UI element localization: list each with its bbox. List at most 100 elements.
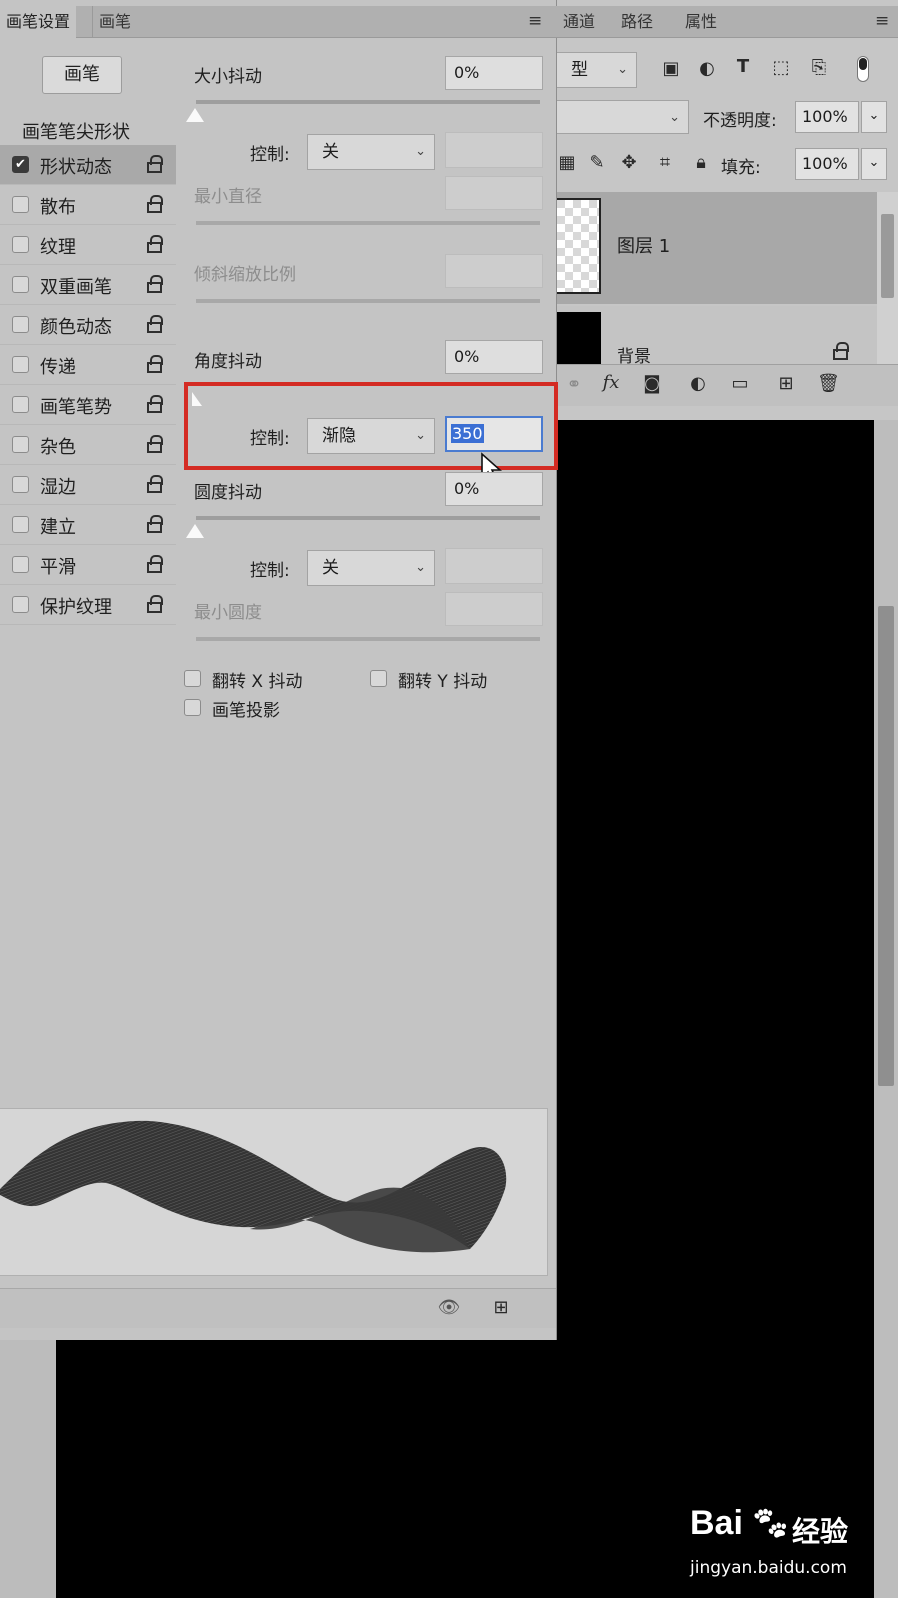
fill-dropdown-button[interactable]: ⌄ — [861, 148, 887, 180]
size-jitter-input[interactable]: 0% — [445, 56, 543, 90]
tip-shape-title[interactable]: 画笔笔尖形状 — [22, 118, 130, 144]
brush-option-row[interactable]: 双重画笔 — [0, 265, 176, 305]
brush-option-row[interactable]: 建立 — [0, 505, 176, 545]
brush-projection-label: 画笔投影 — [212, 701, 280, 721]
tab-paths[interactable]: 路径 — [615, 6, 659, 38]
delete-layer-icon[interactable]: 🗑︎ — [817, 373, 840, 394]
brush-option-checkbox[interactable] — [12, 356, 29, 373]
roundness-jitter-slider[interactable] — [196, 516, 540, 520]
lock-artboard-icon[interactable]: ⌗ — [655, 152, 675, 173]
unlock-icon[interactable] — [147, 515, 163, 533]
roundness-control-select[interactable]: 关 ⌄ — [307, 550, 435, 586]
brush-option-row[interactable]: ✔ 形状动态 — [0, 145, 176, 185]
unlock-icon[interactable] — [147, 395, 163, 413]
unlock-icon[interactable] — [147, 555, 163, 573]
stroke-preview — [0, 1108, 548, 1276]
brush-option-row[interactable]: 传递 — [0, 345, 176, 385]
tab-brush-settings[interactable]: 画笔设置 — [0, 6, 77, 38]
unlock-icon[interactable] — [147, 275, 163, 293]
brush-option-checkbox[interactable] — [12, 196, 29, 213]
scrollbar-thumb[interactable] — [878, 606, 894, 1086]
tab-properties[interactable]: 属性 — [679, 6, 723, 38]
add-mask-icon[interactable]: ◙ — [641, 373, 663, 394]
brush-option-checkbox[interactable] — [12, 276, 29, 293]
flip-y-checkbox[interactable] — [370, 670, 387, 687]
roundness-jitter-input[interactable]: 0% — [445, 472, 543, 506]
angle-control-label: 控制: — [250, 429, 290, 449]
brush-option-row[interactable]: 颜色动态 — [0, 305, 176, 345]
blend-mode-select[interactable]: ⌄ — [557, 100, 689, 134]
layers-scrollbar[interactable] — [877, 192, 898, 364]
size-jitter-thumb[interactable] — [186, 108, 204, 122]
brush-option-checkbox[interactable] — [12, 596, 29, 613]
opacity-dropdown-button[interactable]: ⌄ — [861, 101, 887, 133]
layer-row-1[interactable]: 图层 1 — [557, 192, 877, 304]
chevron-down-icon: ⌄ — [415, 428, 426, 443]
opacity-input[interactable]: 100% — [795, 101, 859, 133]
tab-channels[interactable]: 通道 — [557, 6, 601, 38]
brush-option-row[interactable]: 画笔笔势 — [0, 385, 176, 425]
size-control-value: 关 — [322, 142, 339, 162]
toggle-live-tip-icon[interactable]: 👁︎ — [434, 1297, 464, 1318]
angle-jitter-input[interactable]: 0% — [445, 340, 543, 374]
shape-filter-icon[interactable]: ⬚ — [771, 57, 791, 78]
unlock-icon[interactable] — [147, 315, 163, 333]
create-new-brush-icon[interactable]: ⊞ — [490, 1297, 512, 1318]
new-group-icon[interactable]: ▭ — [729, 373, 751, 394]
unlock-icon[interactable] — [147, 155, 163, 173]
brush-option-row[interactable]: 杂色 — [0, 425, 176, 465]
flip-x-checkbox[interactable] — [184, 670, 201, 687]
brush-panel-footer: 👁︎ ⊞ — [0, 1288, 556, 1328]
brush-option-checkbox[interactable] — [12, 396, 29, 413]
brush-presets-button[interactable]: 画笔 — [42, 56, 122, 94]
lock-all-icon[interactable]: 🔒︎ — [691, 152, 711, 173]
brush-option-row[interactable]: 保护纹理 — [0, 585, 176, 625]
brush-option-row[interactable]: 散布 — [0, 185, 176, 225]
lock-image-icon[interactable]: ✎ — [587, 152, 607, 173]
brush-option-row[interactable]: 纹理 — [0, 225, 176, 265]
size-jitter-slider[interactable] — [196, 100, 540, 104]
brush-option-row[interactable]: 平滑 — [0, 545, 176, 585]
brush-option-label: 传递 — [40, 357, 76, 378]
brush-option-checkbox[interactable] — [12, 556, 29, 573]
tab-brush[interactable]: 画笔 — [92, 6, 137, 38]
brush-option-checkbox[interactable] — [12, 516, 29, 533]
fx-icon[interactable]: fx — [599, 372, 623, 393]
canvas-scrollbar[interactable] — [874, 420, 898, 1598]
unlock-icon[interactable] — [147, 435, 163, 453]
unlock-icon[interactable] — [147, 595, 163, 613]
lock-transparent-icon[interactable]: ▦ — [557, 152, 577, 173]
brush-option-checkbox[interactable] — [12, 476, 29, 493]
fill-input[interactable]: 100% — [795, 148, 859, 180]
brush-panel-menu-icon[interactable]: ≡ — [528, 13, 542, 30]
brush-projection-checkbox[interactable] — [184, 699, 201, 716]
link-layers-icon[interactable]: ⚭ — [563, 374, 585, 395]
new-layer-icon[interactable]: ⊞ — [775, 373, 797, 394]
brush-option-checkbox[interactable] — [12, 436, 29, 453]
brush-option-checkbox[interactable] — [12, 316, 29, 333]
brush-option-row[interactable]: 湿边 — [0, 465, 176, 505]
brush-option-checkbox[interactable]: ✔ — [12, 156, 29, 173]
unlock-icon[interactable] — [147, 195, 163, 213]
angle-control-select[interactable]: 渐隐 ⌄ — [307, 418, 435, 454]
panel-menu-icon[interactable]: ≡ — [875, 13, 889, 30]
layer-row-background[interactable]: 背景 — [557, 306, 877, 367]
layers-scrollbar-thumb[interactable] — [881, 214, 894, 298]
unlock-icon[interactable] — [147, 235, 163, 253]
adjustment-layer-icon[interactable]: ◐ — [687, 373, 709, 394]
flip-x-label: 翻转 X 抖动 — [212, 672, 303, 692]
type-filter-icon[interactable]: T — [733, 56, 753, 77]
brush-option-checkbox[interactable] — [12, 236, 29, 253]
smart-object-filter-icon[interactable]: ⎘ — [809, 57, 829, 78]
size-control-select[interactable]: 关 ⌄ — [307, 134, 435, 170]
filter-toggle[interactable] — [857, 56, 869, 82]
image-filter-icon[interactable]: ▣ — [661, 58, 681, 79]
adjustment-filter-icon[interactable]: ◐ — [697, 58, 717, 79]
unlock-icon[interactable] — [147, 475, 163, 493]
unlock-icon[interactable] — [147, 355, 163, 373]
angle-jitter-thumb[interactable] — [192, 392, 202, 406]
lock-position-icon[interactable]: ✥ — [619, 152, 639, 173]
angle-fade-steps-input[interactable]: 350 — [445, 416, 543, 452]
layer-filter-select[interactable]: 型 ⌄ — [557, 52, 637, 88]
roundness-jitter-thumb[interactable] — [186, 524, 204, 538]
